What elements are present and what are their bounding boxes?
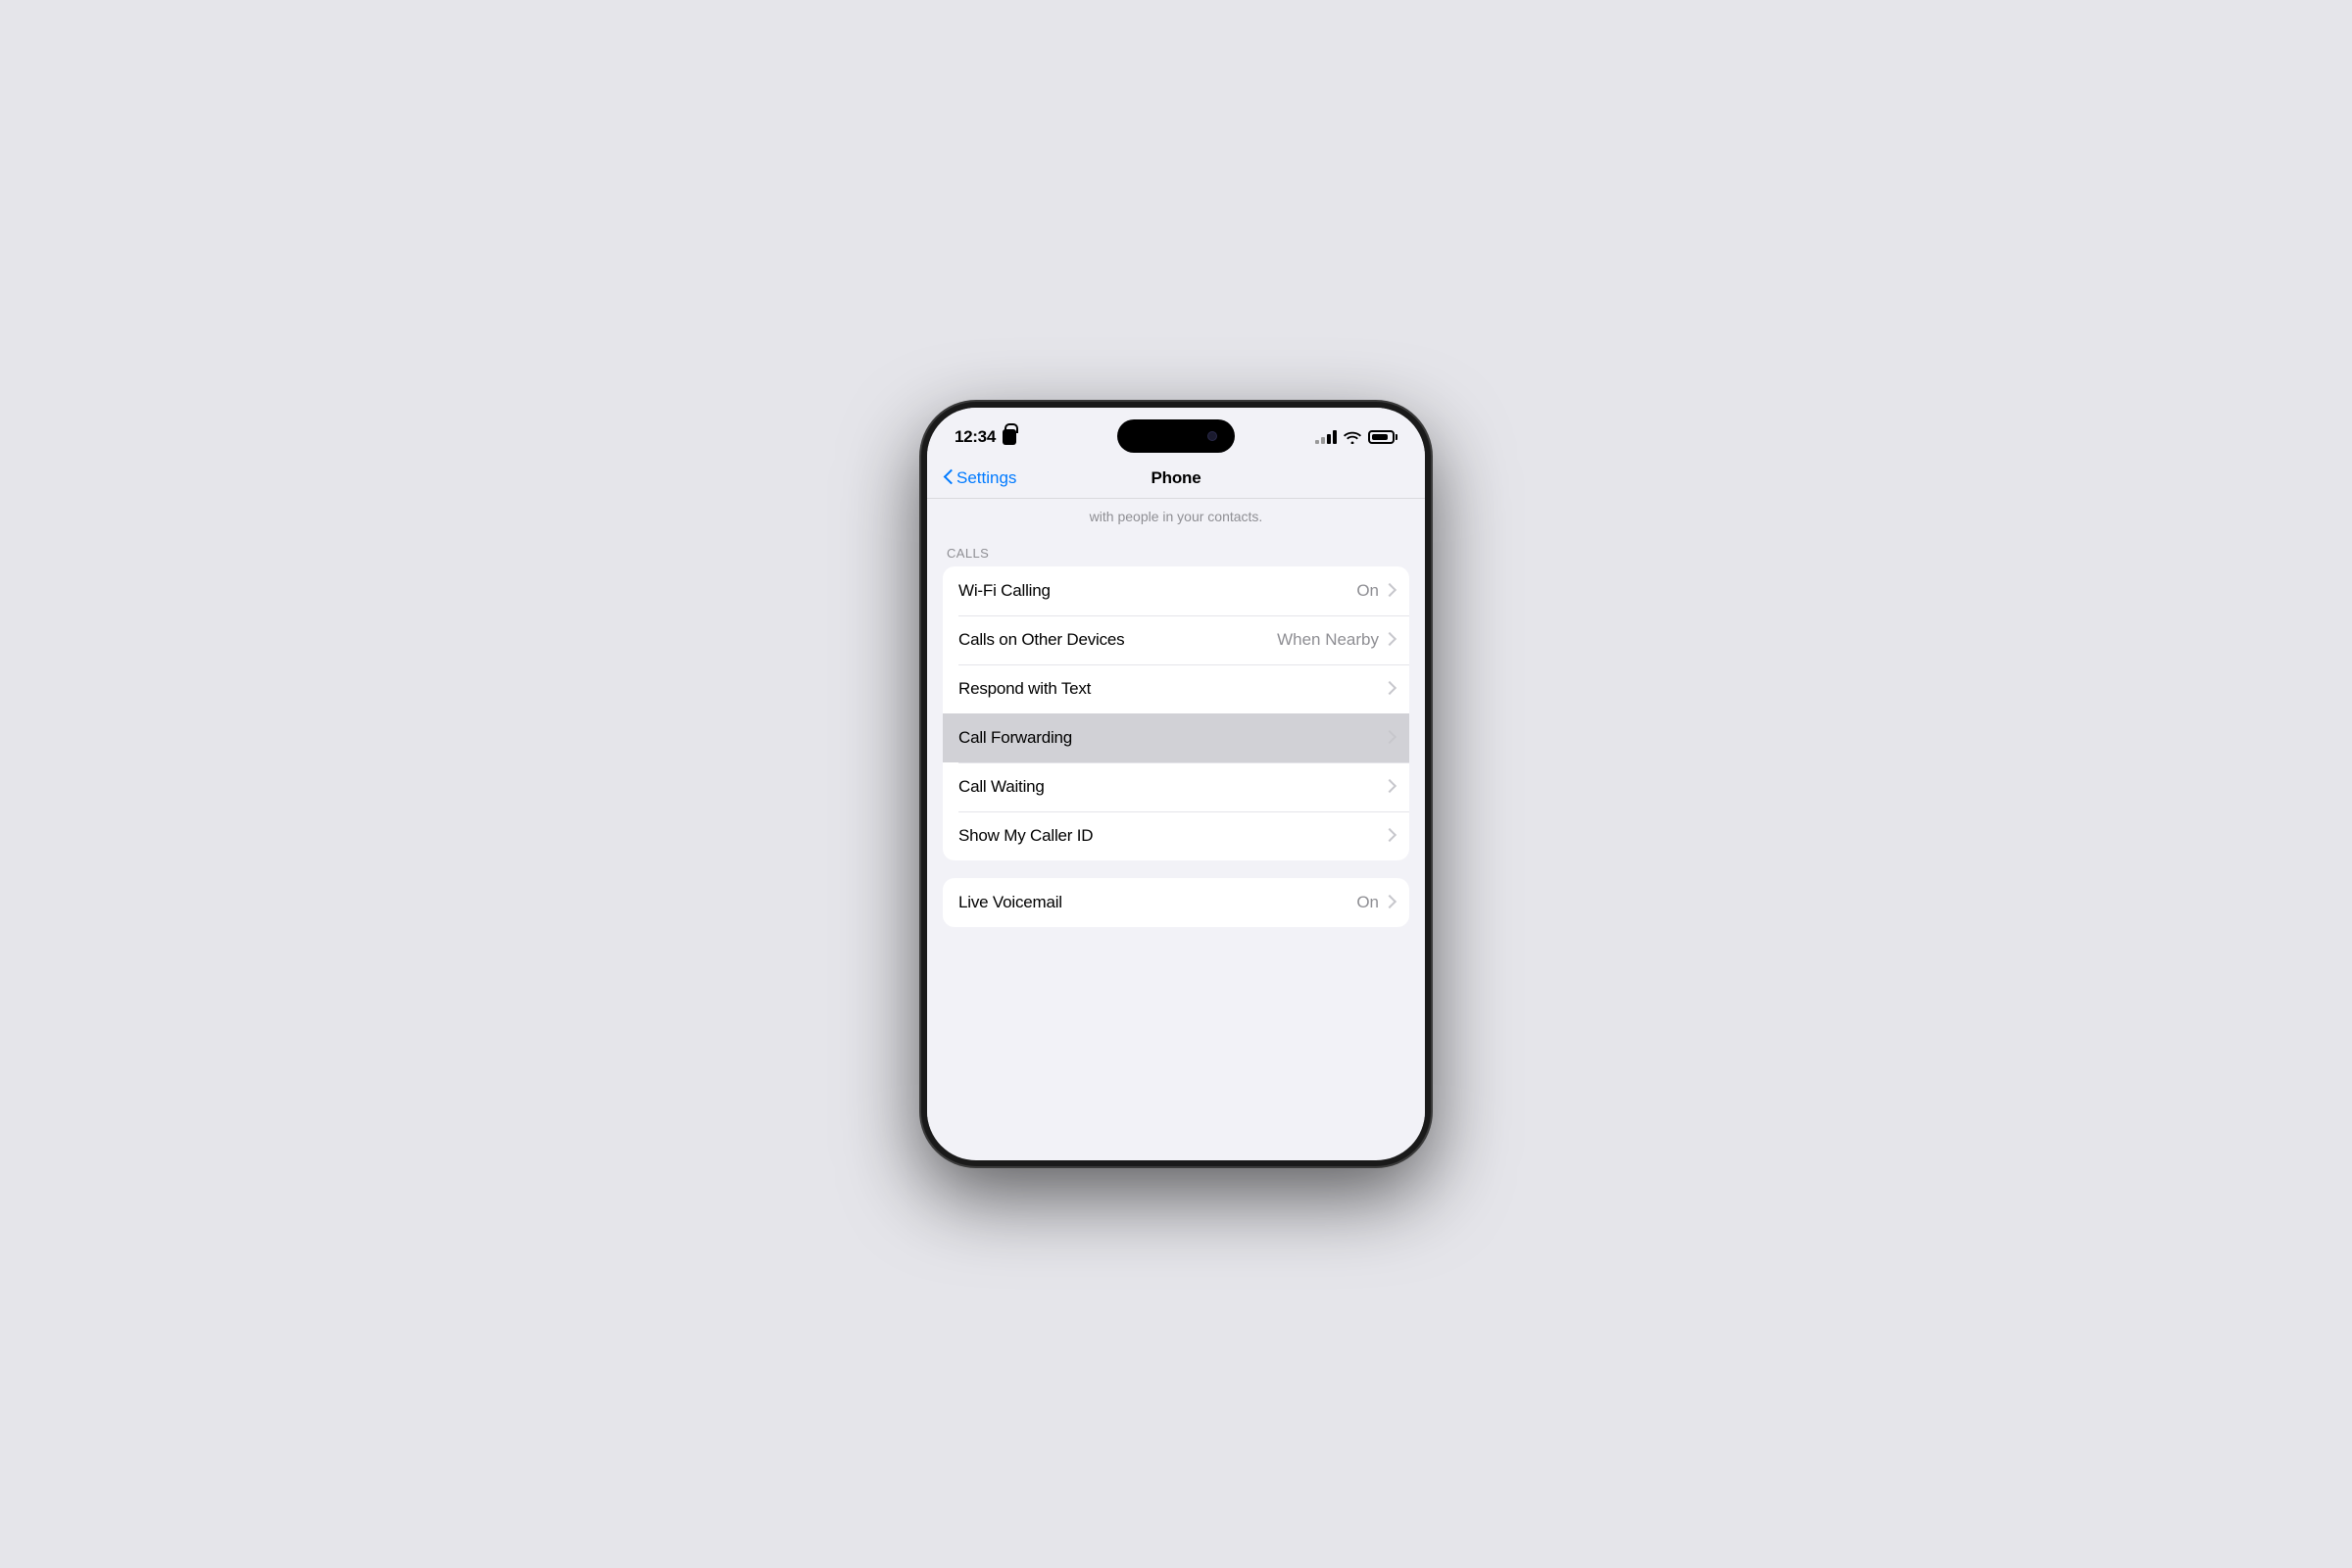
show-caller-id-chevron-icon: [1385, 829, 1394, 843]
call-forwarding-chevron-icon: [1385, 731, 1394, 745]
wifi-calling-row[interactable]: Wi-Fi Calling On: [943, 566, 1409, 615]
wifi-calling-value: On: [1356, 581, 1379, 601]
signal-bar-4: [1333, 430, 1337, 444]
call-waiting-value-area: [1379, 780, 1394, 794]
settings-content: with people in your contacts. CALLS Wi-F…: [927, 499, 1425, 1146]
signal-bar-3: [1327, 434, 1331, 444]
back-button[interactable]: Settings: [943, 468, 1016, 488]
signal-bar-1: [1315, 440, 1319, 444]
wifi-calling-label: Wi-Fi Calling: [958, 581, 1051, 601]
back-button-label: Settings: [956, 468, 1016, 488]
battery-tip: [1396, 434, 1397, 440]
page-title: Phone: [1152, 468, 1201, 488]
status-bar: 12:34: [927, 408, 1425, 461]
call-waiting-row[interactable]: Call Waiting: [943, 762, 1409, 811]
call-forwarding-row[interactable]: Call Forwarding: [943, 713, 1409, 762]
signal-bar-2: [1321, 437, 1325, 444]
camera-dot: [1207, 431, 1217, 441]
wifi-calling-value-area: On: [1356, 581, 1394, 601]
signal-icon: [1315, 430, 1337, 444]
battery-body: [1368, 430, 1395, 444]
phone-device: 12:34: [921, 402, 1431, 1166]
status-time-area: 12:34: [955, 427, 1016, 447]
dynamic-island: [1117, 419, 1235, 453]
live-voicemail-row[interactable]: Live Voicemail On: [943, 878, 1409, 927]
call-waiting-label: Call Waiting: [958, 777, 1045, 797]
show-caller-id-value-area: [1379, 829, 1394, 843]
section-header-calls: CALLS: [927, 538, 1425, 566]
calls-other-devices-value: When Nearby: [1277, 630, 1379, 650]
live-voicemail-value: On: [1356, 893, 1379, 912]
live-voicemail-chevron-icon: [1385, 896, 1394, 909]
call-waiting-chevron-icon: [1385, 780, 1394, 794]
navigation-bar: Settings Phone: [927, 461, 1425, 499]
sub-text: with people in your contacts.: [927, 499, 1425, 538]
respond-with-text-value-area: [1379, 682, 1394, 696]
screen-lock-icon: [1003, 429, 1016, 445]
screen-content: with people in your contacts. CALLS Wi-F…: [927, 499, 1425, 1146]
show-caller-id-row[interactable]: Show My Caller ID: [943, 811, 1409, 860]
battery-icon: [1368, 430, 1397, 444]
calls-settings-card: Wi-Fi Calling On Calls on Other Devices …: [943, 566, 1409, 860]
live-voicemail-value-area: On: [1356, 893, 1394, 912]
voicemail-settings-card: Live Voicemail On: [943, 878, 1409, 927]
status-time: 12:34: [955, 427, 996, 447]
wifi-icon: [1344, 430, 1361, 444]
respond-with-text-row[interactable]: Respond with Text: [943, 664, 1409, 713]
calls-other-devices-value-area: When Nearby: [1277, 630, 1394, 650]
live-voicemail-label: Live Voicemail: [958, 893, 1062, 912]
respond-with-text-label: Respond with Text: [958, 679, 1091, 699]
call-forwarding-value-area: [1379, 731, 1394, 745]
calls-other-devices-label: Calls on Other Devices: [958, 630, 1124, 650]
status-icons: [1315, 430, 1397, 444]
calls-other-devices-row[interactable]: Calls on Other Devices When Nearby: [943, 615, 1409, 664]
wifi-calling-chevron-icon: [1385, 584, 1394, 598]
show-caller-id-label: Show My Caller ID: [958, 826, 1093, 846]
back-chevron-icon: [943, 470, 953, 486]
call-forwarding-label: Call Forwarding: [958, 728, 1072, 748]
phone-screen: 12:34: [927, 408, 1425, 1160]
calls-other-devices-chevron-icon: [1385, 633, 1394, 647]
battery-fill: [1372, 434, 1388, 440]
respond-with-text-chevron-icon: [1385, 682, 1394, 696]
